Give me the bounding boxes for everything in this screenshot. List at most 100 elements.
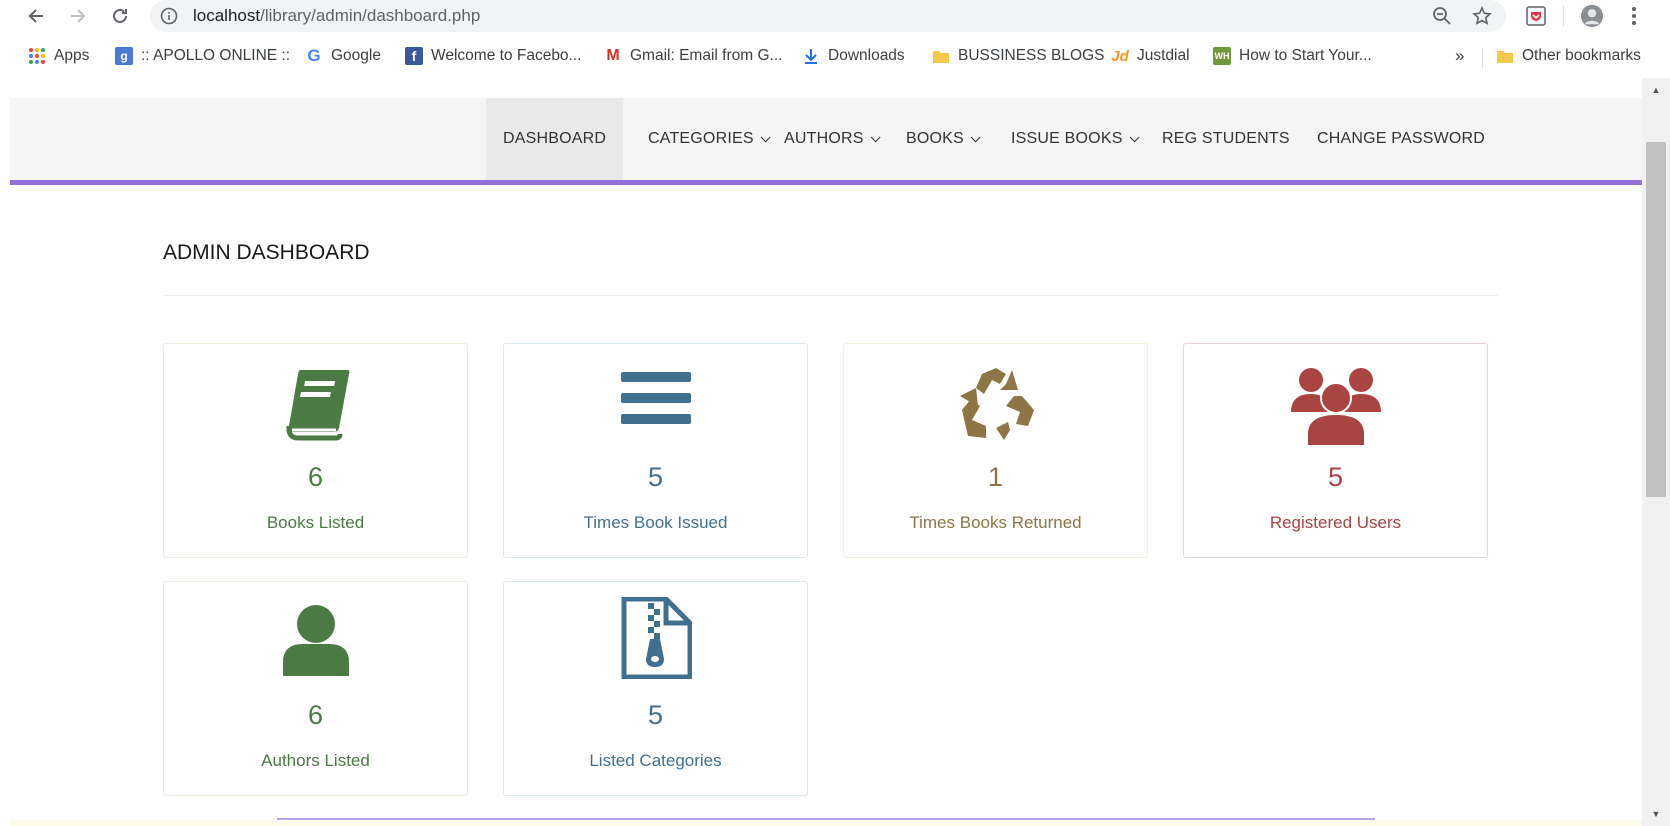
facebook-icon: f (405, 47, 423, 65)
bookmark-justdial[interactable]: Jd Justdial (1111, 44, 1190, 68)
chevron-down-icon (970, 131, 981, 142)
card-count: 5 (1327, 462, 1344, 492)
card-count: 5 (647, 700, 664, 730)
back-button[interactable] (24, 4, 48, 28)
menu-label: AUTHORS (784, 130, 864, 147)
bookmarks-overflow-button[interactable]: » (1455, 44, 1464, 68)
menu-label: CATEGORIES (648, 130, 754, 147)
bookmark-apps[interactable]: Apps (28, 44, 89, 68)
star-icon (1472, 6, 1492, 25)
bookmark-facebook[interactable]: f Welcome to Facebo... (405, 44, 581, 68)
recycle-icon (844, 366, 1147, 446)
download-icon (805, 49, 817, 64)
card-books-listed: 6 Books Listed (163, 343, 468, 558)
bookmark-label: :: APOLLO ONLINE :: (141, 47, 291, 64)
card-count: 1 (987, 462, 1004, 492)
page-title: ADMIN DASHBOARD (163, 241, 370, 264)
wh-icon: WH (1213, 47, 1231, 65)
card-registered-users: 5 Registered Users (1183, 343, 1488, 558)
menu-change-password[interactable]: CHANGE PASSWORD (1300, 98, 1502, 180)
book-icon (164, 366, 467, 446)
bookmark-label: Welcome to Facebo... (431, 47, 582, 64)
card-label: Registered Users (1269, 513, 1402, 532)
card-times-book-issued: 5 Times Book Issued (503, 343, 808, 558)
url-path: /library/admin/dashboard.php (260, 6, 481, 25)
bookmark-label: Gmail: Email from G... (630, 47, 783, 64)
card-count: 6 (307, 462, 324, 492)
menu-categories[interactable]: CATEGORIES (631, 98, 784, 180)
forward-arrow-icon (71, 9, 86, 23)
bookmark-label: Google (331, 47, 381, 64)
chevron-down-icon (1129, 131, 1140, 142)
page-scrollbar[interactable]: ▲ ▼ (1642, 78, 1670, 826)
url-text: localhost/library/admin/dashboard.php (193, 6, 480, 26)
file-zip-icon (504, 597, 807, 679)
bookmark-downloads[interactable]: Downloads (802, 44, 905, 68)
scroll-down-arrow-icon[interactable]: ▼ (1650, 808, 1662, 820)
bookmark-how-to-start[interactable]: WH How to Start Your... (1213, 44, 1372, 68)
bars-icon (504, 366, 807, 446)
forward-button[interactable] (66, 4, 90, 28)
overflow-label: » (1455, 46, 1465, 65)
page-viewport: DASHBOARD CATEGORIES AUTHORS BOOKS ISSUE… (10, 78, 1642, 826)
menu-label: REG STUDENTS (1162, 130, 1290, 147)
bookmark-label: Downloads (828, 47, 905, 64)
footer-strip (10, 820, 1642, 826)
menu-authors[interactable]: AUTHORS (767, 98, 894, 180)
pocket-icon (1526, 6, 1546, 26)
menu-label: CHANGE PASSWORD (1317, 130, 1486, 147)
menu-label: ISSUE BOOKS (1011, 130, 1123, 147)
reload-icon (113, 8, 127, 23)
bookmark-label: Apps (54, 47, 90, 64)
card-label: Authors Listed (261, 751, 370, 770)
card-label: Books Listed (266, 513, 365, 532)
bookmark-star-button[interactable] (1470, 4, 1494, 28)
folder-icon (1497, 51, 1513, 63)
address-bar[interactable]: localhost/library/admin/dashboard.php (150, 0, 1506, 32)
google-icon: G (307, 46, 321, 65)
scroll-up-arrow-icon[interactable]: ▲ (1650, 84, 1662, 96)
apps-grid-icon (29, 48, 45, 64)
zoom-button[interactable] (1430, 4, 1454, 28)
profile-avatar[interactable] (1580, 4, 1604, 28)
bookmark-label: Other bookmarks (1522, 47, 1641, 64)
card-label: Times Books Returned (909, 513, 1082, 532)
bookmark-label: How to Start Your... (1239, 47, 1372, 64)
bookmark-business-blogs[interactable]: BUSSINESS BLOGS (932, 44, 1104, 68)
bookmark-apollo[interactable]: g :: APOLLO ONLINE :: (115, 44, 290, 68)
gmail-icon: M (606, 47, 620, 64)
menu-label: DASHBOARD (503, 130, 607, 147)
zoom-out-icon (1433, 7, 1451, 25)
card-label: Times Book Issued (583, 513, 728, 532)
card-label: Listed Categories (589, 751, 722, 770)
menu-dashboard[interactable]: DASHBOARD (486, 98, 624, 180)
chrome-menu-button[interactable] (1622, 4, 1646, 28)
menu-books[interactable]: BOOKS (889, 98, 994, 180)
justdial-icon: Jd (1111, 47, 1129, 65)
menu-accent-line (10, 180, 1642, 185)
scrollbar-thumb[interactable] (1646, 142, 1666, 497)
menu-issue-books[interactable]: ISSUE BOOKS (994, 98, 1153, 180)
menu-label: BOOKS (906, 130, 964, 147)
chevron-down-icon (870, 131, 881, 142)
bookmark-label: Justdial (1137, 47, 1190, 64)
toolbar-separator (1563, 6, 1564, 26)
card-count: 5 (647, 462, 664, 492)
bookmarks-bar: Apps g :: APOLLO ONLINE :: G Google f We… (0, 38, 1670, 74)
title-divider (163, 295, 1498, 296)
admin-nav-menu: DASHBOARD CATEGORIES AUTHORS BOOKS ISSUE… (10, 98, 1642, 180)
reload-button[interactable] (108, 4, 132, 28)
browser-toolbar: localhost/library/admin/dashboard.php (0, 0, 1670, 32)
bookmark-other[interactable]: Other bookmarks (1496, 44, 1641, 68)
card-count: 6 (307, 700, 324, 730)
bookmark-google[interactable]: G Google (305, 44, 381, 68)
google-plus-icon: g (115, 47, 133, 65)
url-host: localhost (193, 6, 261, 25)
user-icon (164, 604, 467, 684)
menu-reg-students[interactable]: REG STUDENTS (1145, 98, 1307, 180)
extension-button[interactable] (1524, 4, 1548, 28)
bookmark-gmail[interactable]: M Gmail: Email from G... (604, 44, 782, 68)
avatar-icon (1580, 4, 1604, 28)
bookmark-label: BUSSINESS BLOGS (958, 47, 1105, 64)
card-listed-categories: 5 Listed Categories (503, 581, 808, 796)
